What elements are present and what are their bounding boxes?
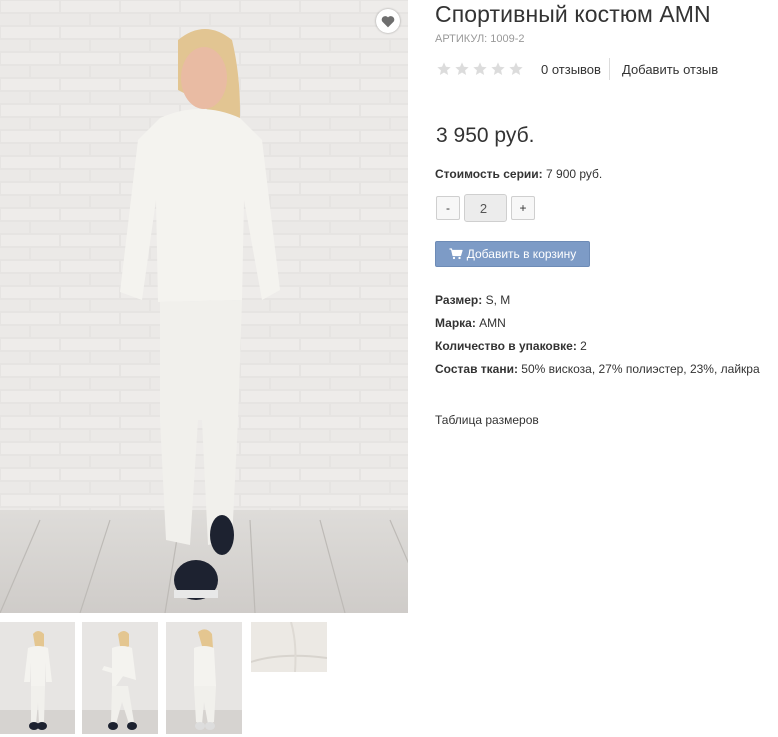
rating-stars[interactable] xyxy=(436,61,526,79)
thumbnail-image xyxy=(166,622,242,734)
star-icon[interactable] xyxy=(454,61,470,77)
shopping-cart-icon xyxy=(449,248,463,260)
property-value: 50% вискоза, 27% полиэстер, 23%, лайкра xyxy=(521,362,760,376)
thumbnail-3[interactable] xyxy=(166,622,242,734)
sku-value: 1009-2 xyxy=(490,33,525,45)
add-review-link[interactable]: Добавить отзыв xyxy=(622,62,718,77)
thumbnail-4[interactable] xyxy=(251,622,327,672)
thumbnail-image xyxy=(82,622,158,734)
property-brand: Марка: AMN xyxy=(435,316,506,330)
quantity-input[interactable] xyxy=(464,194,507,222)
star-icon[interactable] xyxy=(472,61,488,77)
star-icon[interactable] xyxy=(508,61,524,77)
property-label: Размер: xyxy=(435,293,483,307)
property-label: Марка: xyxy=(435,316,476,330)
property-label: Состав ткани: xyxy=(435,362,518,376)
reviews-count-link[interactable]: 0 отзывов xyxy=(541,62,601,77)
property-pack-quantity: Количество в упаковке: 2 xyxy=(435,339,587,353)
thumbnail-image xyxy=(251,622,327,672)
add-to-cart-label: Добавить в корзину xyxy=(466,247,577,261)
heart-icon xyxy=(381,15,395,27)
add-to-cart-button[interactable]: Добавить в корзину xyxy=(435,241,590,267)
property-fabric: Состав ткани: 50% вискоза, 27% полиэстер… xyxy=(435,362,760,376)
property-value: 2 xyxy=(580,339,587,353)
divider xyxy=(609,58,610,80)
quantity-decrease-button[interactable]: - xyxy=(436,196,460,220)
star-icon[interactable] xyxy=(490,61,506,77)
property-value: AMN xyxy=(479,316,506,330)
product-sku: АРТИКУЛ: 1009-2 xyxy=(435,33,525,45)
property-label: Количество в упаковке: xyxy=(435,339,577,353)
product-title: Спортивный костюм AMN xyxy=(435,1,711,27)
thumbnail-2[interactable] xyxy=(82,622,158,734)
product-price: 3 950 руб. xyxy=(436,124,535,147)
series-value: 7 900 руб. xyxy=(546,167,603,181)
sku-label: АРТИКУЛ: xyxy=(435,33,488,45)
property-value: S, M xyxy=(485,293,511,307)
add-to-wishlist-button[interactable] xyxy=(376,9,400,33)
main-product-photo[interactable] xyxy=(0,0,408,613)
series-label: Стоимость серии: xyxy=(435,167,543,181)
size-table-link[interactable]: Таблица размеров xyxy=(435,413,539,427)
thumbnail-image xyxy=(0,622,75,734)
star-icon[interactable] xyxy=(436,61,452,77)
series-price: Стоимость серии: 7 900 руб. xyxy=(435,167,602,181)
product-photo-illustration xyxy=(0,0,408,613)
property-size: Размер: S, M xyxy=(435,293,510,307)
thumbnail-1[interactable] xyxy=(0,622,75,734)
quantity-increase-button[interactable]: + xyxy=(511,196,535,220)
